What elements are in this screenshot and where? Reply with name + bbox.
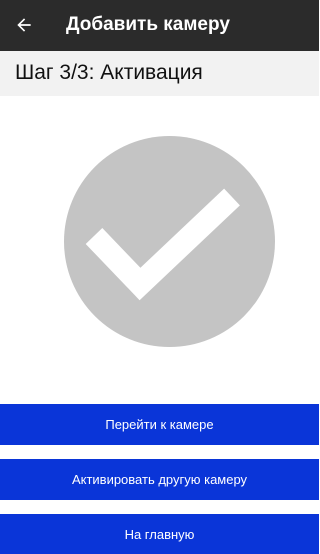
- home-button[interactable]: На главную: [0, 514, 319, 554]
- step-title: Шаг 3/3: Активация: [15, 61, 203, 84]
- page-title: Добавить камеру: [66, 14, 230, 35]
- checkmark-circle-icon: [64, 136, 275, 347]
- back-button[interactable]: [6, 7, 42, 43]
- activate-another-camera-button[interactable]: Активировать другую камеру: [0, 459, 319, 500]
- go-to-camera-button[interactable]: Перейти к камере: [0, 404, 319, 445]
- add-camera-screen: Добавить камеру Шаг 3/3: Активация Перей…: [0, 0, 319, 554]
- step-header: Шаг 3/3: Активация: [0, 51, 319, 96]
- arrow-left-icon: [17, 18, 31, 32]
- app-bar: Добавить камеру: [0, 0, 319, 51]
